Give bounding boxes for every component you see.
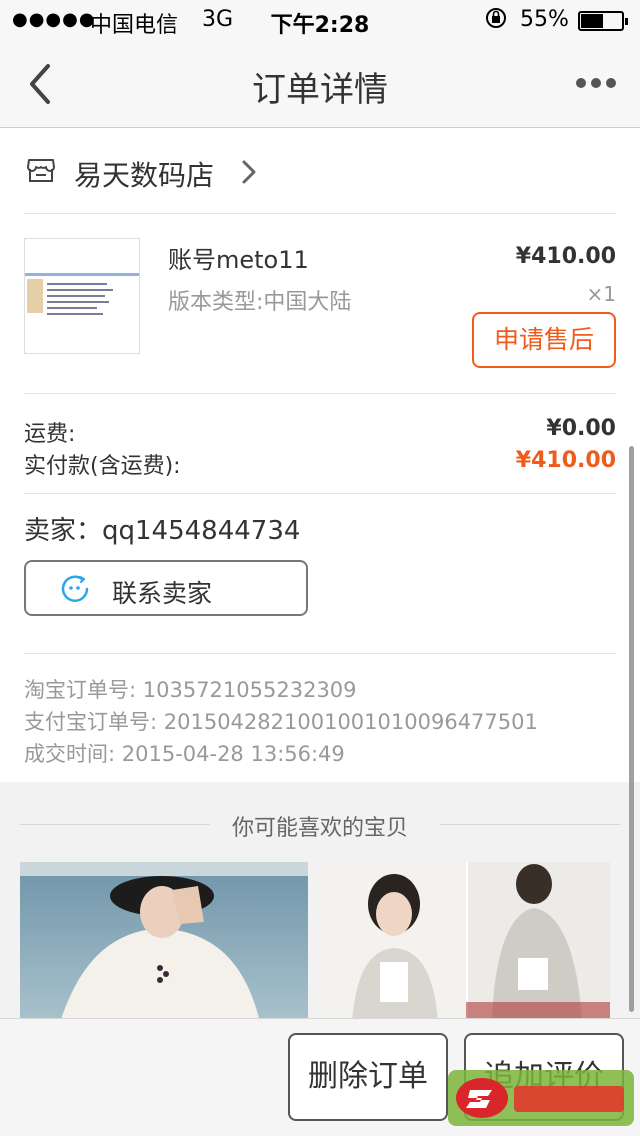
recommend-item[interactable] (20, 862, 308, 1022)
contact-seller-button[interactable]: 联系卖家 (24, 560, 308, 616)
paid-row: 实付款(含运费): ¥410.00 (24, 448, 616, 480)
seller-label: 卖家：qq1454844734 (24, 516, 301, 546)
shipping-row: 运费: ¥0.00 (24, 416, 616, 448)
product-quantity: ×1 (586, 282, 616, 306)
battery-percent: 55% (520, 7, 569, 32)
paid-value: ¥410.00 (515, 448, 616, 473)
product-name: 账号meto11 (168, 246, 309, 274)
deal-time: 成交时间: 2015-04-28 13:56:49 (24, 742, 345, 766)
watermark-logo (448, 1066, 634, 1130)
contact-seller-label: 联系卖家 (112, 579, 213, 608)
recommend-title: 你可能喜欢的宝贝 (231, 816, 408, 841)
more-dots-icon (576, 78, 586, 88)
seller-section: 卖家：qq1454844734 联系卖家 (0, 494, 640, 654)
chat-icon (60, 574, 90, 608)
taobao-order-number: 淘宝订单号: 1035721055232309 (24, 678, 357, 702)
order-totals: 运费: ¥0.00 实付款(含运费): ¥410.00 (0, 394, 640, 494)
recommend-item[interactable] (322, 862, 610, 1022)
product-photo (20, 862, 308, 1022)
order-item[interactable]: 账号meto11 版本类型:中国大陆 ¥410.00 ×1 申请售后 (0, 214, 640, 394)
chevron-right-icon (240, 158, 258, 190)
alipay-order-number: 支付宝订单号: 2015042821001001010096477501 (24, 710, 538, 734)
divider (440, 824, 620, 825)
shop-name: 易天数码店 (74, 159, 215, 192)
shipping-value: ¥0.00 (546, 416, 616, 441)
battery-icon (578, 11, 628, 31)
more-button[interactable] (576, 74, 616, 94)
recommend-section: 你可能喜欢的宝贝 (0, 782, 640, 1022)
paid-label: 实付款(含运费): (24, 454, 181, 479)
product-spec: 版本类型:中国大陆 (168, 290, 352, 315)
page-title: 订单详情 (252, 70, 388, 110)
product-price: ¥410.00 (515, 244, 616, 269)
store-icon (26, 156, 56, 188)
shipping-label: 运费: (24, 422, 76, 447)
navigation-bar: 订单详情 (0, 40, 640, 128)
scrollbar[interactable] (629, 446, 634, 1012)
status-bar: ●●●●● 中国电信 3G 下午2:28 55% (0, 0, 640, 40)
order-info: 淘宝订单号: 1035721055232309 支付宝订单号: 20150428… (0, 654, 640, 782)
product-photo (322, 862, 610, 1022)
product-thumbnail[interactable] (24, 238, 140, 354)
shop-row[interactable]: 易天数码店 (0, 128, 640, 214)
delete-order-button[interactable]: 删除订单 (288, 1033, 448, 1121)
after-sale-button[interactable]: 申请售后 (472, 312, 616, 368)
rotation-lock-icon (484, 6, 508, 36)
